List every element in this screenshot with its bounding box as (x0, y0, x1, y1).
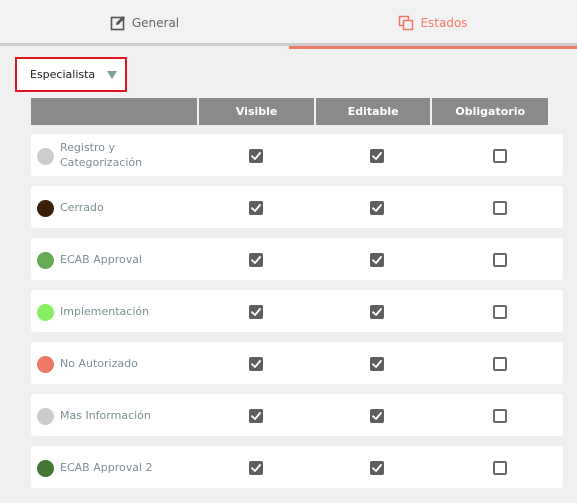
header-state (31, 98, 198, 125)
obligatorio-checkbox[interactable] (493, 253, 507, 267)
state-label: Mas Información (60, 408, 151, 422)
chevron-down-icon (107, 71, 117, 79)
table-row: No Autorizado (31, 342, 563, 384)
obligatorio-checkbox[interactable] (493, 305, 507, 319)
state-color-dot (37, 408, 54, 425)
editable-checkbox[interactable] (370, 305, 384, 319)
table-row: Implementación (31, 290, 563, 332)
obligatorio-checkbox[interactable] (493, 461, 507, 475)
obligatorio-checkbox[interactable] (493, 409, 507, 423)
tab-general[interactable]: General (0, 0, 289, 46)
role-select[interactable]: Especialista (15, 57, 127, 92)
state-label: Registro y Categorización (60, 141, 143, 169)
visible-checkbox[interactable] (249, 357, 263, 371)
table-row: Registro y Categorización (31, 134, 563, 176)
editable-checkbox[interactable] (370, 461, 384, 475)
tab-bar: General Estados (0, 0, 577, 49)
table-row: ECAB Approval (31, 238, 563, 280)
state-color-dot (37, 356, 54, 373)
visible-checkbox[interactable] (249, 253, 263, 267)
visible-checkbox[interactable] (249, 149, 263, 163)
obligatorio-checkbox[interactable] (493, 149, 507, 163)
visible-checkbox[interactable] (249, 461, 263, 475)
state-color-dot (37, 304, 54, 321)
state-color-dot (37, 200, 54, 217)
edit-icon (110, 15, 126, 31)
table-header: Visible Editable Obligatorio (31, 98, 548, 125)
editable-checkbox[interactable] (370, 149, 384, 163)
role-select-value: Especialista (30, 68, 96, 81)
header-obligatorio: Obligatorio (432, 98, 548, 125)
state-label: Cerrado (60, 200, 104, 214)
table-row: ECAB Approval 2 (31, 446, 563, 488)
visible-checkbox[interactable] (249, 201, 263, 215)
table-row: Cerrado (31, 186, 563, 228)
editable-checkbox[interactable] (370, 253, 384, 267)
editable-checkbox[interactable] (370, 409, 384, 423)
state-color-dot (37, 252, 54, 269)
tab-estados-label: Estados (420, 16, 468, 30)
copy-icon (398, 15, 414, 31)
editable-checkbox[interactable] (370, 357, 384, 371)
visible-checkbox[interactable] (249, 409, 263, 423)
tab-estados[interactable]: Estados (289, 0, 577, 49)
obligatorio-checkbox[interactable] (493, 201, 507, 215)
editable-checkbox[interactable] (370, 201, 384, 215)
visible-checkbox[interactable] (249, 305, 263, 319)
state-label: ECAB Approval 2 (60, 460, 153, 474)
obligatorio-checkbox[interactable] (493, 357, 507, 371)
state-label: Implementación (60, 304, 150, 318)
header-visible: Visible (199, 98, 314, 125)
state-label: No Autorizado (60, 356, 138, 370)
table-row: Mas Información (31, 394, 563, 436)
state-color-dot (37, 460, 54, 477)
header-editable: Editable (315, 98, 431, 125)
state-color-dot (37, 148, 54, 165)
state-label: ECAB Approval (60, 252, 143, 266)
tab-general-label: General (131, 16, 180, 30)
